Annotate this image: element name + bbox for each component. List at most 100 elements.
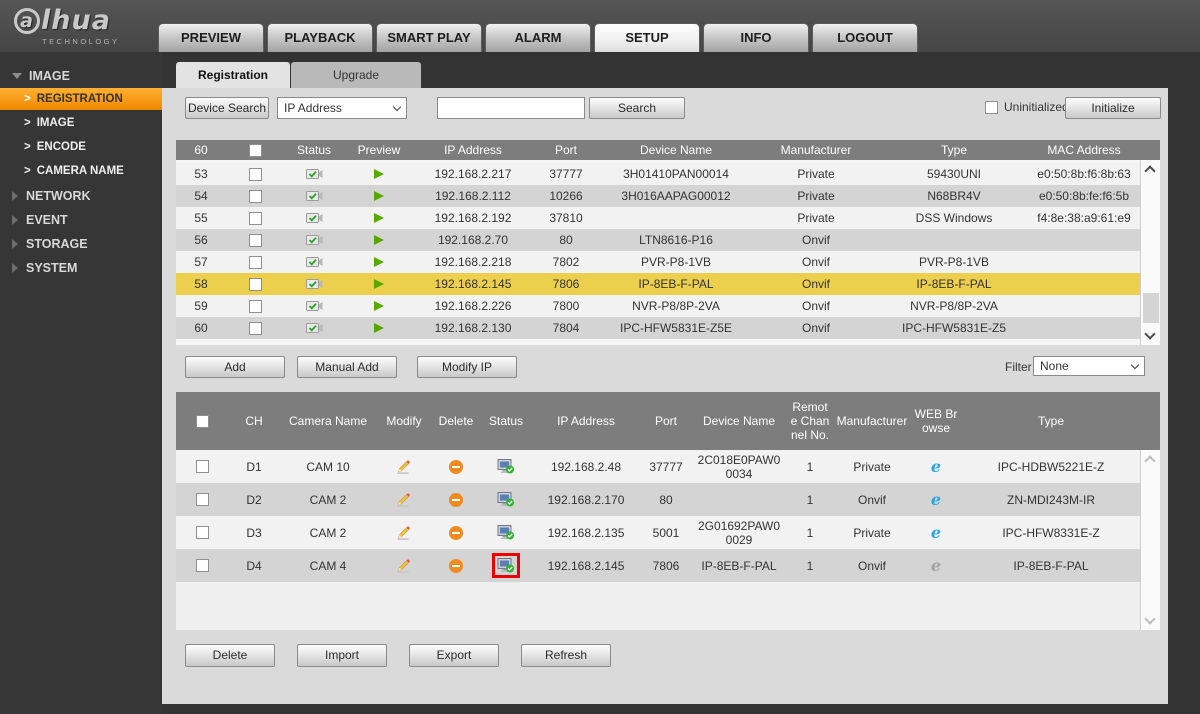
- cell-camera-name: CAM 4: [309, 558, 347, 573]
- ie-browser-icon[interactable]: e: [931, 491, 941, 507]
- preview-play-icon[interactable]: [374, 257, 384, 267]
- status-connected-icon: [305, 169, 322, 179]
- modify-pencil-icon[interactable]: [396, 558, 412, 574]
- search-input[interactable]: [437, 97, 585, 119]
- search-button[interactable]: Search: [589, 97, 685, 119]
- scrollbar[interactable]: [1140, 160, 1160, 345]
- sidebar-group-system[interactable]: SYSTEM: [0, 256, 162, 280]
- status-connected-icon[interactable]: [497, 525, 515, 540]
- cell-mac: [1028, 229, 1140, 251]
- row-checkbox[interactable]: [195, 559, 209, 572]
- modify-pencil-icon[interactable]: [396, 459, 412, 475]
- search-type-select[interactable]: IP Address: [277, 97, 407, 119]
- table-row-selected[interactable]: 58 192.168.2.145 7806 IP-8EB-F-PAL Onvif…: [176, 273, 1140, 295]
- tab-upgrade[interactable]: Upgrade: [291, 62, 421, 88]
- modify-pencil-icon[interactable]: [396, 525, 412, 541]
- ie-browser-icon[interactable]: e: [931, 458, 941, 474]
- table-row[interactable]: D2 CAM 2 192.168.2.170 80 1 Onvif e ZN-M…: [176, 483, 1140, 516]
- tab-alarm[interactable]: ALARM: [485, 23, 591, 52]
- cell-device-name: [692, 483, 786, 516]
- row-checkbox[interactable]: [248, 321, 262, 335]
- tab-registration[interactable]: Registration: [176, 62, 290, 88]
- delete-minus-icon[interactable]: [449, 558, 463, 573]
- preview-play-icon[interactable]: [374, 169, 384, 179]
- ie-browser-icon[interactable]: e: [931, 557, 941, 573]
- table-row[interactable]: D4 CAM 4 192.168.2.145 7806 IP-8EB-F-PAL…: [176, 549, 1140, 582]
- sidebar-group-image[interactable]: IMAGE: [0, 64, 162, 88]
- tab-setup[interactable]: SETUP: [594, 23, 700, 52]
- table-row[interactable]: D3 CAM 2 192.168.2.135 5001 2G01692PAW00…: [176, 516, 1140, 549]
- row-checkbox[interactable]: [248, 299, 262, 313]
- row-checkbox[interactable]: [248, 167, 262, 181]
- delete-minus-icon[interactable]: [449, 459, 463, 474]
- tab-playback[interactable]: PLAYBACK: [267, 23, 373, 52]
- row-checkbox[interactable]: [248, 189, 262, 203]
- scroll-up-icon[interactable]: [1144, 455, 1156, 467]
- delete-button[interactable]: Delete: [185, 644, 275, 667]
- uninitialized-label: Uninitialized: [1004, 100, 1069, 114]
- tab-logout[interactable]: LOGOUT: [812, 23, 918, 52]
- table-row[interactable]: 60 192.168.2.130 7804 IPC-HFW5831E-Z5E O…: [176, 317, 1140, 339]
- sidebar-group-network[interactable]: NETWORK: [0, 184, 162, 208]
- row-checkbox[interactable]: [248, 277, 262, 291]
- export-button[interactable]: Export: [409, 644, 499, 667]
- cell-mac: [1028, 295, 1140, 317]
- sidebar-item-encode[interactable]: > ENCODE: [0, 136, 162, 158]
- modify-ip-button[interactable]: Modify IP: [417, 356, 517, 378]
- ie-browser-icon[interactable]: e: [931, 524, 941, 540]
- table-row[interactable]: 55 192.168.2.192 37810 Private DSS Windo…: [176, 207, 1140, 229]
- status-connected-icon[interactable]: [497, 558, 515, 573]
- top-header-bar: a lhua TECHNOLOGY PREVIEW PLAYBACK SMART …: [0, 0, 1200, 52]
- sidebar-group-storage[interactable]: STORAGE: [0, 232, 162, 256]
- row-checkbox[interactable]: [195, 493, 209, 506]
- scroll-up-icon[interactable]: [1144, 165, 1156, 177]
- scroll-down-icon[interactable]: [1144, 328, 1156, 340]
- sidebar-group-event[interactable]: EVENT: [0, 208, 162, 232]
- row-checkbox[interactable]: [248, 211, 262, 225]
- delete-minus-icon[interactable]: [449, 525, 463, 540]
- select-all-checkbox[interactable]: [248, 143, 262, 157]
- select-all-checkbox[interactable]: [195, 414, 209, 428]
- row-checkbox[interactable]: [195, 526, 209, 539]
- uninitialized-checkbox[interactable]: [985, 100, 998, 114]
- table-row[interactable]: 54 192.168.2.112 10266 3H016AAPAG00012 P…: [176, 185, 1140, 207]
- tab-smart-play[interactable]: SMART PLAY: [376, 23, 482, 52]
- preview-play-icon[interactable]: [374, 323, 384, 333]
- initialize-button[interactable]: Initialize: [1065, 97, 1161, 119]
- filter-label: Filter: [1005, 360, 1032, 374]
- delete-minus-icon[interactable]: [449, 492, 463, 507]
- table-row[interactable]: 57 192.168.2.218 7802 PVR-P8-1VB Onvif P…: [176, 251, 1140, 273]
- table-row[interactable]: 59 192.168.2.226 7800 NVR-P8/8P-2VA Onvi…: [176, 295, 1140, 317]
- table-row[interactable]: D1 CAM 10 192.168.2.48 37777 2C018E0PAW0…: [176, 450, 1140, 483]
- row-checkbox[interactable]: [248, 255, 262, 269]
- status-connected-icon[interactable]: [497, 492, 515, 507]
- manual-add-button[interactable]: Manual Add: [297, 356, 397, 378]
- sidebar-item-registration[interactable]: > REGISTRATION: [0, 88, 162, 110]
- preview-play-icon[interactable]: [374, 279, 384, 289]
- cell-ip: 192.168.2.70: [437, 233, 509, 247]
- scrollbar[interactable]: [1140, 450, 1160, 630]
- row-checkbox[interactable]: [248, 233, 262, 247]
- preview-play-icon[interactable]: [374, 191, 384, 201]
- preview-play-icon[interactable]: [374, 235, 384, 245]
- device-search-button[interactable]: Device Search: [185, 97, 269, 119]
- tab-info[interactable]: INFO: [703, 23, 809, 52]
- refresh-button[interactable]: Refresh: [521, 644, 611, 667]
- modify-pencil-icon[interactable]: [396, 492, 412, 508]
- status-connected-icon[interactable]: [497, 459, 515, 474]
- sidebar-item-image[interactable]: > IMAGE: [0, 112, 162, 134]
- add-button[interactable]: Add: [185, 356, 285, 378]
- filter-select[interactable]: None: [1033, 356, 1145, 376]
- status-connected-icon: [305, 301, 322, 311]
- table-row[interactable]: 56 192.168.2.70 80 LTN8616-P16 Onvif: [176, 229, 1140, 251]
- scrollbar-thumb[interactable]: [1143, 293, 1159, 323]
- scroll-down-icon[interactable]: [1144, 613, 1156, 625]
- tab-preview[interactable]: PREVIEW: [158, 23, 264, 52]
- cell-device-name: LTN8616-P16: [639, 233, 713, 247]
- sidebar-item-camera-name[interactable]: > CAMERA NAME: [0, 160, 162, 182]
- row-checkbox[interactable]: [195, 460, 209, 473]
- preview-play-icon[interactable]: [374, 301, 384, 311]
- preview-play-icon[interactable]: [374, 213, 384, 223]
- table-row[interactable]: 53 192.168.2.217 37777 3H01410PAN00014 P…: [176, 163, 1140, 185]
- import-button[interactable]: Import: [297, 644, 387, 667]
